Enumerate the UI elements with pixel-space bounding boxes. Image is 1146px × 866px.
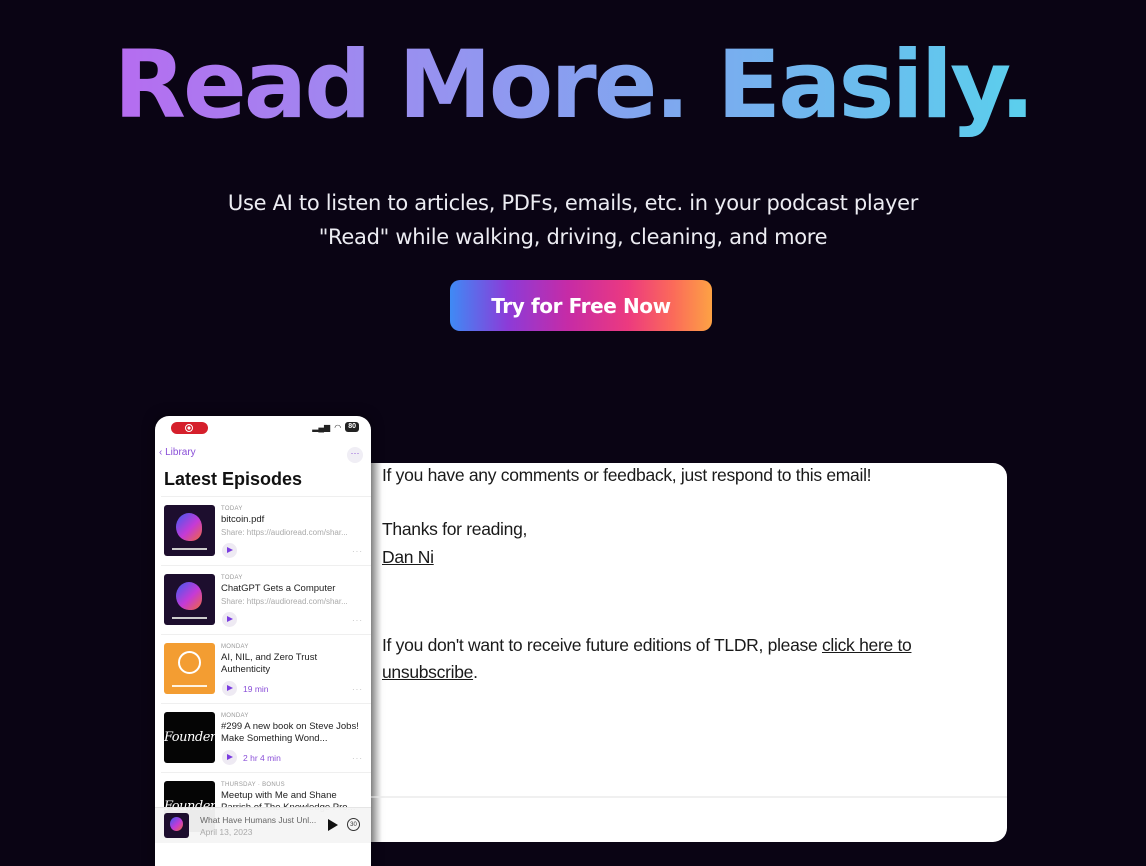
back-button[interactable]: ‹ Library — [159, 447, 196, 458]
email-preview-card: If you have any comments or feedback, ju… — [368, 463, 1007, 842]
ellipsis-icon[interactable]: ··· — [352, 616, 363, 625]
episode-item[interactable]: MONDAY AI, NIL, and Zero Trust Authentic… — [161, 634, 371, 703]
screen-recording-icon — [171, 422, 208, 434]
now-playing-bar[interactable]: What Have Humans Just Unl... April 13, 2… — [155, 807, 371, 843]
hero-subtitle-line-1: Use AI to listen to articles, PDFs, emai… — [227, 191, 919, 215]
phone-mockup: ▂▄▆ ◠ 80 ‹ Library ··· Latest Episodes T… — [155, 416, 371, 866]
email-signature-link[interactable]: Dan Ni — [382, 547, 434, 567]
hero-subtitle-line-2: "Read" while walking, driving, cleaning,… — [318, 225, 828, 249]
status-bar: ▂▄▆ ◠ 80 — [312, 422, 359, 432]
ellipsis-icon[interactable]: ··· — [352, 685, 363, 694]
email-feedback-line: If you have any comments or feedback, ju… — [382, 465, 872, 485]
skip-forward-icon[interactable]: 30 — [347, 818, 360, 831]
episode-day: THURSDAY · BONUS — [221, 782, 285, 788]
unsubscribe-end: . — [473, 662, 478, 682]
episode-day: MONDAY — [221, 713, 249, 719]
now-playing-title: What Have Humans Just Unl... — [200, 815, 317, 825]
episode-duration: 19 min — [243, 684, 269, 694]
episode-title: ChatGPT Gets a Computer — [221, 583, 336, 594]
stratechery-artwork — [164, 643, 215, 694]
play-icon[interactable] — [222, 612, 237, 627]
signal-icon: ▂▄▆ — [312, 422, 331, 432]
episode-title: #299 A new book on Steve Jobs! Make Some… — [221, 721, 359, 744]
ellipsis-icon[interactable]: ··· — [352, 754, 363, 763]
episode-day: TODAY — [221, 506, 243, 512]
play-icon[interactable] — [222, 543, 237, 558]
email-thanks-line: Thanks for reading, — [382, 519, 528, 539]
now-playing-artwork — [164, 813, 189, 838]
play-icon[interactable] — [328, 819, 338, 831]
wifi-icon: ◠ — [334, 422, 342, 432]
play-icon[interactable] — [222, 681, 237, 696]
now-playing-date: April 13, 2023 — [200, 827, 253, 837]
ellipsis-icon[interactable]: ··· — [352, 547, 363, 556]
audioread-artwork — [164, 574, 215, 625]
episode-description: Share: https://audioread.com/shar... — [221, 597, 348, 606]
episode-item[interactable]: TODAY bitcoin.pdf Share: https://audiore… — [161, 496, 371, 565]
more-options-button[interactable]: ··· — [347, 447, 363, 463]
episode-title: bitcoin.pdf — [221, 514, 265, 525]
hero-title: Read More. Easily. — [0, 26, 1146, 146]
episode-title: AI, NIL, and Zero Trust Authenticity — [221, 652, 318, 675]
back-label: Library — [165, 447, 196, 458]
email-unsubscribe-paragraph: If you don't want to receive future edit… — [382, 632, 982, 686]
ellipsis-icon: ··· — [350, 448, 360, 458]
page-title: Latest Episodes — [164, 469, 303, 489]
play-icon[interactable] — [222, 750, 237, 765]
email-divider — [368, 796, 1007, 798]
episode-item[interactable]: Founders MONDAY #299 A new book on Steve… — [161, 703, 371, 772]
episode-list: TODAY bitcoin.pdf Share: https://audiore… — [155, 496, 371, 841]
episode-duration: 2 hr 4 min — [243, 753, 281, 763]
battery-icon: 80 — [345, 422, 359, 432]
unsubscribe-text: If you don't want to receive future edit… — [382, 635, 822, 655]
founders-artwork: Founders — [164, 712, 215, 763]
episode-item[interactable]: TODAY ChatGPT Gets a Computer Share: htt… — [161, 565, 371, 634]
episode-day: MONDAY — [221, 644, 249, 650]
audioread-artwork — [164, 505, 215, 556]
episode-day: TODAY — [221, 575, 243, 581]
episode-description: Share: https://audioread.com/shar... — [221, 528, 348, 537]
try-for-free-button[interactable]: Try for Free Now — [450, 280, 712, 331]
